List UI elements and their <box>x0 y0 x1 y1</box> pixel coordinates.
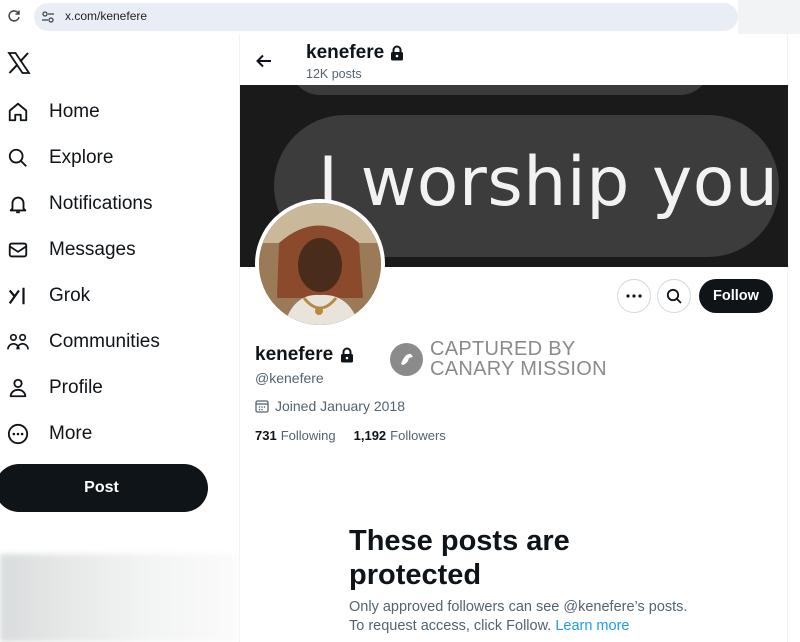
profile-name: kenefere <box>255 344 354 366</box>
search-icon <box>6 146 30 170</box>
post-button[interactable]: Post <box>0 464 208 512</box>
lock-icon <box>341 347 354 363</box>
follow-button[interactable]: Follow <box>699 279 773 313</box>
header-username: kenefere <box>306 42 385 63</box>
reload-icon[interactable] <box>6 8 22 24</box>
sidebar-item-home[interactable]: Home <box>0 92 230 132</box>
more-circle-icon <box>6 422 30 446</box>
profile-column: kenefere 12K posts I worship you Follow … <box>240 34 788 642</box>
following-label: Following <box>280 428 336 443</box>
account-switcher-blurred[interactable] <box>0 554 238 642</box>
header-post-count: 12K posts <box>306 67 362 81</box>
browser-toolbar: x.com/kenefere <box>0 0 800 34</box>
search-profile-button[interactable] <box>657 279 691 313</box>
watermark-line1: CAPTURED BY <box>430 338 576 360</box>
sidebar-item-communities[interactable]: Communities <box>0 322 230 362</box>
grok-icon <box>6 284 30 308</box>
following-link[interactable]: 731 Following <box>255 428 336 443</box>
watermark-text: CAPTURED BY CANARY MISSION <box>430 339 607 379</box>
back-arrow-icon[interactable] <box>254 51 274 71</box>
x-logo-icon[interactable] <box>7 51 31 75</box>
browser-extensions-area <box>738 0 800 34</box>
sidebar-item-messages[interactable]: Messages <box>0 230 230 270</box>
site-settings-icon[interactable] <box>40 9 56 25</box>
bell-icon <box>6 192 30 216</box>
address-url[interactable]: x.com/kenefere <box>65 9 147 23</box>
joined-date: Joined January 2018 <box>255 398 405 414</box>
protected-desc-line1: Only approved followers can see @kenefer… <box>349 599 688 615</box>
sidebar-item-label: More <box>49 423 93 444</box>
sidebar-item-explore[interactable]: Explore <box>0 138 230 178</box>
avatar[interactable] <box>255 199 385 329</box>
sidebar-nav: Home Explore Notifications Messages Grok… <box>0 34 240 642</box>
more-options-button[interactable] <box>617 279 651 313</box>
communities-icon <box>6 330 30 354</box>
sidebar-item-notifications[interactable]: Notifications <box>0 184 230 224</box>
following-count: 731 <box>255 428 277 443</box>
banner-bubble-top <box>290 85 710 95</box>
protected-desc-prefix: To request access, click Follow. <box>349 618 552 634</box>
profile-handle: @kenefere <box>255 370 324 386</box>
banner-text: I worship you <box>318 143 779 222</box>
sidebar-item-label: Notifications <box>49 193 153 214</box>
protected-desc-line2: To request access, click Follow. Learn m… <box>349 617 709 636</box>
sidebar-item-label: Communities <box>49 331 160 352</box>
sidebar-item-profile[interactable]: Profile <box>0 368 230 408</box>
canary-logo-icon <box>390 342 423 376</box>
protected-description: Only approved followers can see @kenefer… <box>349 598 709 636</box>
person-icon <box>6 376 30 400</box>
more-dots-icon <box>626 294 642 298</box>
watermark-line2: CANARY MISSION <box>430 358 607 380</box>
sidebar-item-grok[interactable]: Grok <box>0 276 230 316</box>
lock-icon <box>391 45 404 61</box>
profile-display-name: kenefere <box>255 344 334 365</box>
followers-count: 1,192 <box>353 428 387 443</box>
follow-stats: 731 Following 1,192 Followers <box>255 428 464 443</box>
calendar-icon <box>255 400 269 413</box>
sidebar-item-label: Profile <box>49 377 103 398</box>
watermark: CAPTURED BY CANARY MISSION <box>390 339 607 379</box>
followers-link[interactable]: 1,192 Followers <box>354 428 446 443</box>
sidebar-item-label: Messages <box>49 239 136 260</box>
sidebar-item-label: Explore <box>49 147 114 168</box>
sidebar-item-label: Grok <box>49 285 91 306</box>
header-title: kenefere <box>306 42 404 64</box>
joined-text: Joined January 2018 <box>275 398 405 414</box>
followers-label: Followers <box>390 428 446 443</box>
home-icon <box>6 100 30 124</box>
search-icon <box>666 288 682 304</box>
sidebar-item-label: Home <box>49 101 100 122</box>
protected-title: These posts are protected <box>349 525 570 591</box>
sidebar-item-more[interactable]: More <box>0 414 230 454</box>
learn-more-link[interactable]: Learn more <box>555 618 629 634</box>
envelope-icon <box>6 238 30 262</box>
